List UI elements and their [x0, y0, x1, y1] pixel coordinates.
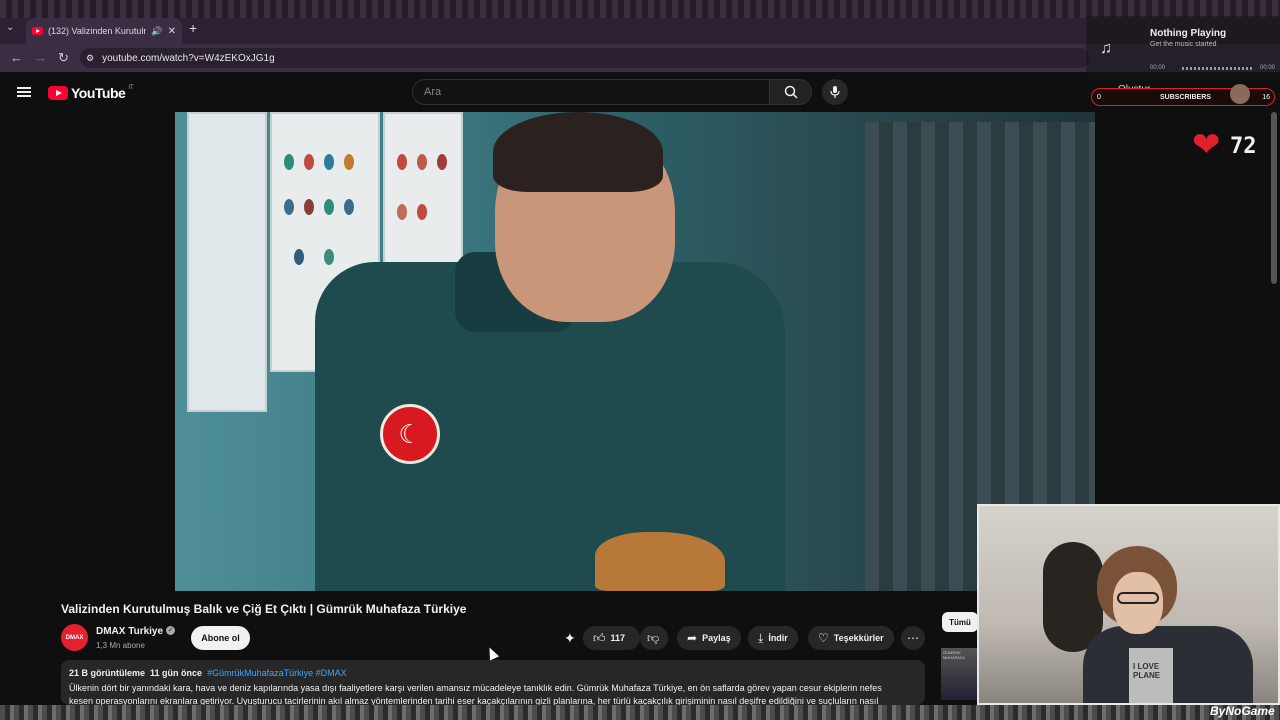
music-time-end: 00:00	[1260, 65, 1276, 71]
puzzle-icon[interactable]: ✦	[564, 630, 576, 647]
site-info-icon[interactable]: ⚙	[86, 53, 94, 64]
share-button[interactable]: ➦ Paylaş	[677, 626, 741, 650]
account-avatar[interactable]	[1230, 84, 1250, 104]
browser-tab-active[interactable]: (132) Valizinden Kurutulmu 🔊 ✕	[26, 18, 182, 44]
view-count: 21 B görüntüleme	[69, 668, 146, 678]
music-title: Nothing Playing	[1150, 28, 1227, 39]
glasses-icon	[1117, 592, 1159, 604]
subscribe-button[interactable]: Abone ol	[191, 626, 250, 650]
right-sidebar-area	[1095, 112, 1280, 504]
like-count: 117	[610, 633, 626, 643]
youtube-play-icon	[48, 86, 68, 100]
back-arrow-icon[interactable]: ←	[10, 50, 23, 65]
channel-logo-text: DMAX	[65, 634, 84, 641]
heart-icon: ❤	[1192, 126, 1221, 164]
mouse-cursor-icon	[484, 645, 500, 661]
webcam-chair	[1043, 542, 1103, 652]
download-button[interactable]: ⤓ İndir	[748, 626, 798, 650]
youtube-favicon-icon	[32, 27, 43, 35]
search-button[interactable]	[769, 79, 812, 105]
thanks-label: Teşekkürler	[833, 633, 884, 643]
watermark: ByNoGame	[1210, 704, 1275, 718]
share-icon: ➦	[687, 631, 698, 645]
turkish-flag-patch-icon: ☾	[380, 404, 440, 464]
channel-avatar[interactable]: DMAX	[61, 624, 88, 651]
webcam-overlay: I LOVE PLANE	[977, 504, 1280, 705]
like-button[interactable]: 👍︎ 117	[583, 626, 640, 650]
poster-left	[187, 112, 267, 412]
channel-subscriber-count: 1,3 Mn abone	[96, 641, 145, 650]
tab-audio-icon[interactable]: 🔊	[151, 26, 162, 37]
tab-list-chevron-icon[interactable]: ⌄	[6, 22, 14, 33]
video-player[interactable]: ☾	[175, 112, 1095, 591]
subscriber-current: 0	[1097, 94, 1101, 101]
thanks-button[interactable]: ♡ Teşekkürler	[808, 626, 894, 650]
more-actions-button[interactable]: ⋯	[901, 626, 925, 650]
tab-title: (132) Valizinden Kurutulmu	[48, 26, 147, 36]
dislike-button[interactable]: 👎︎	[640, 626, 668, 650]
overlay-bottom-strip	[0, 705, 1280, 720]
thanks-icon: ♡	[818, 631, 829, 645]
download-label: İndir	[768, 633, 788, 643]
more-icon: ⋯	[907, 631, 919, 645]
recommended-thumbnail[interactable]: GÜMRÜK MUHAFAZA	[941, 648, 977, 700]
tab-close-icon[interactable]: ✕	[168, 26, 176, 37]
heart-count: 72	[1230, 134, 1257, 159]
description-box[interactable]: 21 B görüntüleme 11 gün önce #GümrükMuha…	[61, 660, 925, 705]
thumbnail-text: GÜMRÜK MUHAFAZA	[943, 650, 965, 660]
microphone-icon	[830, 86, 840, 98]
video-title: Valizinden Kurutulmuş Balık ve Çiğ Et Çı…	[61, 602, 467, 616]
dried-fish	[595, 532, 725, 591]
music-progress-bar	[1182, 67, 1252, 70]
description-line-1: Ülkenin dört bir yanındaki kara, hava ve…	[69, 683, 882, 693]
youtube-logo[interactable]: YouTube IT	[48, 85, 134, 101]
new-tab-button[interactable]: +	[189, 20, 197, 36]
voice-search-button[interactable]	[822, 79, 848, 105]
share-label: Paylaş	[702, 633, 731, 643]
music-time-start: 00:00	[1150, 65, 1166, 71]
verified-check-icon: ✓	[166, 626, 175, 635]
music-subtitle: Get the music started	[1150, 41, 1217, 48]
filter-chip-all[interactable]: Tümü	[942, 612, 978, 632]
hashtags[interactable]: #GümrükMuhafazaTürkiye #DMAX	[207, 668, 347, 678]
page-scrollbar[interactable]	[1271, 112, 1277, 284]
channel-name[interactable]: DMAX Turkiye	[96, 626, 163, 637]
description-line-2: kesen operasyonlarını ekranlara getiriyo…	[69, 696, 879, 705]
youtube-header: YouTube IT Ara Oluştur	[0, 72, 1280, 112]
country-code: IT	[128, 85, 134, 91]
subscriber-label: SUBSCRIBERS	[1160, 94, 1211, 101]
url-field[interactable]: ⚙ youtube.com/watch?v=W4zEKOxJG1g	[80, 48, 1090, 68]
upload-age: 11 gün önce	[150, 668, 203, 678]
youtube-logo-text: YouTube	[71, 85, 126, 101]
music-note-icon: ♫	[1100, 40, 1112, 57]
video-meta: 21 B görüntüleme 11 gün önce #GümrükMuha…	[69, 668, 917, 678]
webcam-tshirt-text: I LOVE PLANE	[1129, 648, 1173, 703]
reload-icon[interactable]: ↻	[58, 50, 69, 66]
search-icon	[784, 85, 798, 99]
thumbs-up-icon: 👍︎	[593, 630, 606, 645]
download-icon: ⤓	[758, 630, 764, 645]
music-widget: ♫ Nothing Playing Get the music started …	[1086, 16, 1280, 78]
search-input[interactable]: Ara	[412, 79, 770, 105]
subscriber-goal: 16	[1262, 94, 1270, 101]
url-text: youtube.com/watch?v=W4zEKOxJG1g	[102, 52, 275, 64]
menu-icon[interactable]	[17, 87, 31, 97]
thumbs-down-icon: 👎︎	[647, 630, 660, 645]
forward-arrow-icon[interactable]: →	[34, 50, 47, 65]
